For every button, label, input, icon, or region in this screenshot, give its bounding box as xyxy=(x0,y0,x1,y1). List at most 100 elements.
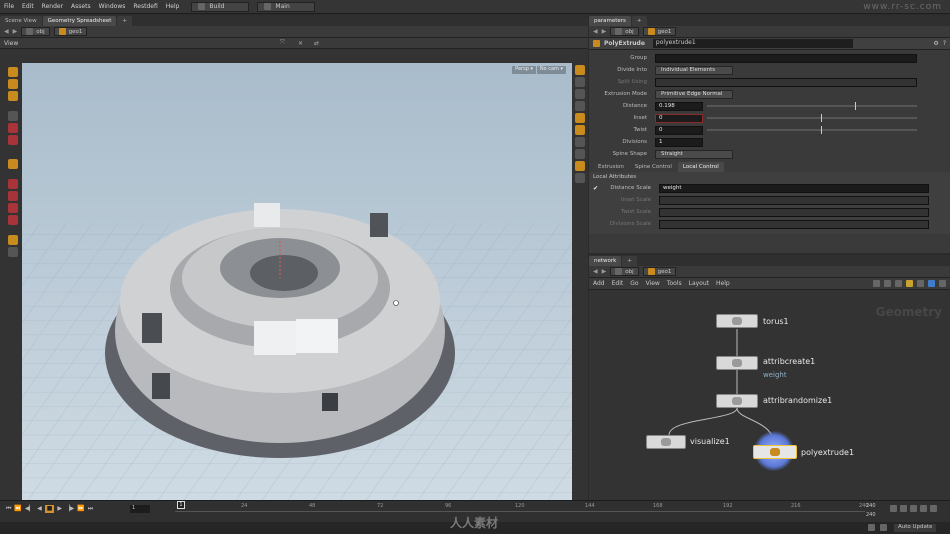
key-icon[interactable] xyxy=(890,505,897,512)
distance-field[interactable]: 0.198 xyxy=(655,101,703,111)
twist-scale-field[interactable] xyxy=(659,207,929,217)
tab-geometry-spreadsheet[interactable]: Geometry Spreadsheet xyxy=(42,16,117,26)
next-key-icon[interactable]: ▕▶ xyxy=(65,505,74,513)
tab-extrusion[interactable]: Extrusion xyxy=(593,162,629,172)
shading-icon[interactable] xyxy=(575,113,585,123)
net-menu-tools[interactable]: Tools xyxy=(667,280,682,287)
snap-tool-icon[interactable] xyxy=(8,235,18,245)
tab-add[interactable]: + xyxy=(117,16,133,26)
divisions-scale-field[interactable] xyxy=(659,219,929,229)
help-icon[interactable]: ? xyxy=(943,40,946,47)
param-forward-icon[interactable]: ▶ xyxy=(602,28,607,35)
points-icon[interactable] xyxy=(575,137,585,147)
viewport[interactable]: Persp ▾ No cam ▾ xyxy=(22,63,572,500)
menu-assets[interactable]: Assets xyxy=(67,3,95,10)
view-tool-icon[interactable] xyxy=(8,215,18,225)
lasso-tool-icon[interactable] xyxy=(8,191,18,201)
pose-icon[interactable]: ⇄ xyxy=(314,40,319,47)
shelf-dropdown[interactable]: Main xyxy=(257,1,316,12)
frame-end-a[interactable]: 240 xyxy=(866,503,876,509)
stop-icon[interactable]: ■ xyxy=(44,505,55,513)
wireframe-icon[interactable] xyxy=(575,125,585,135)
select-tool-icon[interactable] xyxy=(8,67,18,77)
move-tool-icon[interactable] xyxy=(8,79,18,89)
lock-icon[interactable] xyxy=(575,77,585,87)
dist-scale-field[interactable]: weight xyxy=(659,183,929,193)
node-polyextrude1[interactable] xyxy=(753,445,797,459)
net-menu-help[interactable]: Help xyxy=(716,280,730,287)
tab-scene-view[interactable]: Scene View xyxy=(0,16,42,26)
net-menu-layout[interactable]: Layout xyxy=(689,280,709,287)
inset-scale-field[interactable] xyxy=(659,195,929,205)
node-torus1[interactable] xyxy=(716,314,758,328)
frame-start-field[interactable]: 1 xyxy=(130,505,150,513)
forward-icon[interactable]: ▶ xyxy=(13,28,18,35)
divide-menu[interactable]: Individual Elements xyxy=(655,65,733,75)
net-menu-view[interactable]: View xyxy=(646,280,660,287)
param-path-obj[interactable]: obj xyxy=(610,27,639,36)
color-icon[interactable] xyxy=(928,280,935,287)
realtime-icon[interactable] xyxy=(910,505,917,512)
tab-add-network[interactable]: + xyxy=(622,256,637,266)
node-attribrandomize1[interactable] xyxy=(716,394,758,408)
play-icon[interactable]: ▶ xyxy=(57,505,62,513)
camera-tool-icon[interactable] xyxy=(8,247,18,257)
tab-spine-control[interactable]: Spine Control xyxy=(629,162,677,172)
brush-tool-icon[interactable] xyxy=(8,159,18,169)
net-menu-add[interactable]: Add xyxy=(593,280,605,287)
prev-key-icon[interactable]: ◀▏ xyxy=(25,505,34,513)
node-visualize1[interactable] xyxy=(646,435,686,449)
sticky-note-icon[interactable] xyxy=(906,280,913,287)
tab-add-param[interactable]: + xyxy=(631,16,647,26)
inset-field[interactable]: 0 xyxy=(655,113,703,123)
net-path-obj[interactable]: obj xyxy=(610,267,639,276)
notification-icon[interactable] xyxy=(868,524,875,531)
group-field[interactable] xyxy=(655,53,917,63)
playhead[interactable]: 1 xyxy=(177,501,185,509)
step-forward-icon[interactable]: ⏩ xyxy=(77,505,84,513)
gear-icon[interactable]: ⚙ xyxy=(933,40,938,47)
menu-restdefi[interactable]: Restdefi xyxy=(129,3,161,10)
network-box-icon[interactable] xyxy=(917,280,924,287)
node-name-field[interactable]: polyextrude1 xyxy=(652,39,853,48)
ghost-icon[interactable] xyxy=(575,89,585,99)
net-menu-edit[interactable]: Edit xyxy=(612,280,624,287)
normals-icon[interactable] xyxy=(575,149,585,159)
hide-icon[interactable] xyxy=(575,101,585,111)
divisions-field[interactable]: 1 xyxy=(655,137,703,147)
param-back-icon[interactable]: ◀ xyxy=(593,28,598,35)
menu-windows[interactable]: Windows xyxy=(95,3,130,10)
jump-end-icon[interactable]: ⏭ xyxy=(88,505,93,513)
grid-icon[interactable] xyxy=(884,280,891,287)
path-geo1[interactable]: geo1 xyxy=(53,27,88,36)
split-field[interactable] xyxy=(655,77,917,87)
node-attribcreate1[interactable] xyxy=(716,356,758,370)
dist-scale-checkbox[interactable]: ✔ xyxy=(593,185,601,192)
back-icon[interactable]: ◀ xyxy=(4,28,9,35)
shape-icon[interactable] xyxy=(939,280,946,287)
handle-icon[interactable]: ✕ xyxy=(298,40,303,47)
snap-grid-icon[interactable] xyxy=(895,280,902,287)
menu-file[interactable]: File xyxy=(0,3,18,10)
step-back-icon[interactable]: ⏪ xyxy=(14,505,21,513)
wrench-icon[interactable] xyxy=(873,280,880,287)
desktop-dropdown[interactable]: Build xyxy=(191,1,250,12)
audio-icon[interactable] xyxy=(900,505,907,512)
inset-slider-handle[interactable] xyxy=(821,114,822,122)
distance-slider-handle[interactable] xyxy=(855,102,856,110)
network-canvas[interactable]: Geometry torus1 attribcreate1 weight att… xyxy=(589,290,950,500)
tab-parameters[interactable]: parameters xyxy=(589,16,631,26)
menu-render[interactable]: Render xyxy=(38,3,67,10)
extrusion-mode-menu[interactable]: Primitive Edge Normal xyxy=(655,89,733,99)
auto-update-menu[interactable]: Auto Update xyxy=(894,524,937,532)
twist-slider[interactable] xyxy=(707,126,917,134)
update-mode-icon[interactable] xyxy=(880,524,887,531)
net-path-geo1[interactable]: geo1 xyxy=(642,267,677,276)
handle-tool-icon[interactable] xyxy=(8,123,18,133)
twist-slider-handle[interactable] xyxy=(821,126,822,134)
rotate-tool-icon[interactable] xyxy=(8,91,18,101)
frame-end-b[interactable]: 240 xyxy=(866,512,876,518)
snap-icon[interactable]: ⤧ xyxy=(280,39,285,47)
net-forward-icon[interactable]: ▶ xyxy=(602,268,607,275)
param-path-geo1[interactable]: geo1 xyxy=(642,27,677,36)
